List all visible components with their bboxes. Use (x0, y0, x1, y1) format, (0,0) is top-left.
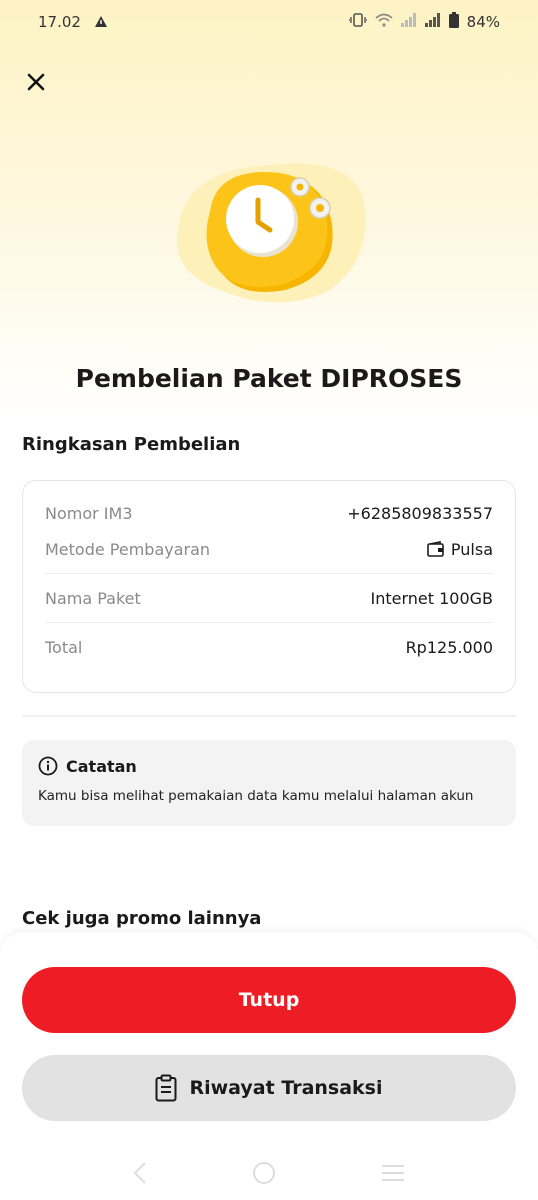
note-title: Catatan (66, 756, 137, 776)
transaction-history-label: Riwayat Transaksi (189, 1077, 383, 1099)
vibrate-icon (347, 13, 368, 31)
warning-icon (94, 13, 107, 31)
row-label: Nomor IM3 (45, 503, 133, 523)
summary-row-number: Nomor IM3 +6285809833557 (45, 495, 493, 531)
close-purchase-label: Tutup (238, 989, 300, 1011)
summary-row-total: Total Rp125.000 (45, 629, 493, 665)
transaction-history-button[interactable]: Riwayat Transaksi (22, 1055, 516, 1121)
close-icon (27, 73, 45, 91)
back-icon[interactable] (133, 1162, 147, 1188)
home-icon[interactable] (252, 1161, 276, 1189)
processing-illustration (160, 150, 380, 320)
summary-row-payment-method: Metode Pembayaran Pulsa (45, 531, 493, 567)
clipboard-icon (155, 1074, 177, 1102)
row-value: Pulsa (450, 539, 493, 559)
divider (45, 573, 493, 574)
page-title: Pembelian Paket DIPROSES (75, 364, 463, 393)
note-box: Catatan Kamu bisa melihat pemakaian data… (22, 740, 516, 826)
section-divider (22, 715, 516, 717)
recents-icon[interactable] (381, 1163, 405, 1187)
summary-heading: Ringkasan Pembelian (22, 434, 241, 455)
info-icon (38, 756, 58, 776)
status-bar: 17.02 84% (0, 0, 538, 44)
system-navigation-bar (0, 1150, 538, 1200)
close-purchase-button[interactable]: Tutup (22, 967, 516, 1033)
signal-1-icon (400, 13, 417, 31)
row-label: Metode Pembayaran (45, 539, 211, 559)
battery-icon (448, 12, 459, 32)
wallet-icon (427, 541, 444, 557)
summary-row-package: Nama Paket Internet 100GB (45, 580, 493, 616)
row-value-container: Pulsa (427, 540, 493, 559)
battery-level: 84% (466, 13, 500, 31)
row-value: Internet 100GB (370, 588, 493, 608)
divider (45, 622, 493, 623)
wifi-icon (375, 13, 393, 31)
purchase-summary-card: Nomor IM3 +6285809833557 Metode Pembayar… (22, 480, 516, 693)
close-button[interactable] (20, 66, 52, 98)
promo-heading: Cek juga promo lainnya (22, 908, 262, 929)
status-time: 17.02 (38, 13, 81, 31)
signal-2-icon (424, 13, 441, 31)
row-value: Rp125.000 (405, 637, 493, 657)
row-label: Nama Paket (45, 588, 141, 608)
row-value: +6285809833557 (347, 503, 493, 523)
note-header: Catatan (38, 756, 500, 776)
note-text: Kamu bisa melihat pemakaian data kamu me… (38, 788, 474, 804)
row-label: Total (45, 637, 83, 657)
